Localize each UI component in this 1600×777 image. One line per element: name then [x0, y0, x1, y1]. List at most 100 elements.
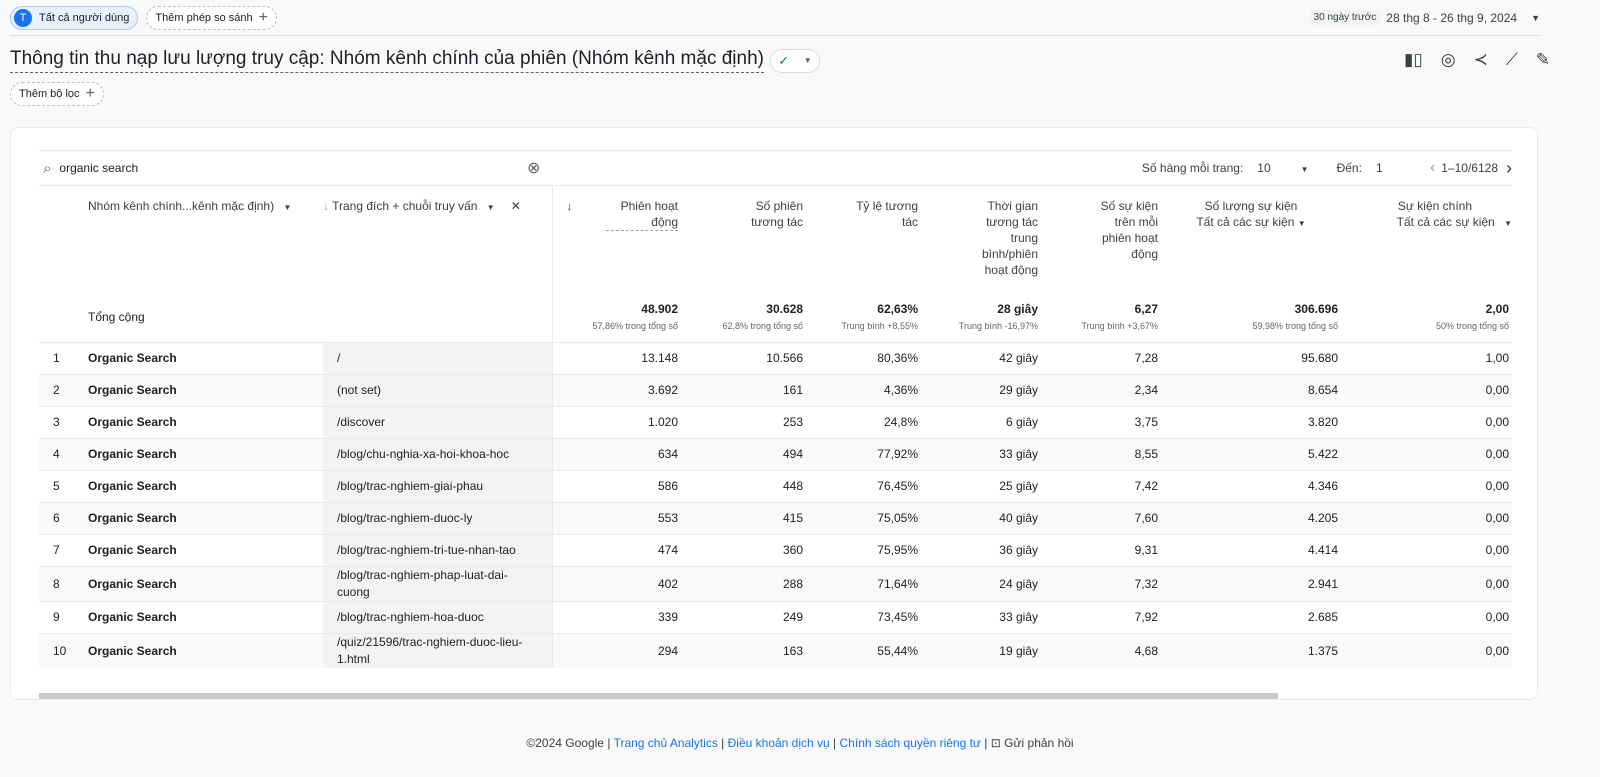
metric-header-1[interactable]: Số phiên tương tác [681, 186, 806, 296]
share-icon[interactable]: ≺ [1474, 50, 1488, 70]
terms-link[interactable]: Điều khoản dịch vụ [728, 736, 830, 750]
total-sub: Trung bình -16,97% [958, 321, 1038, 331]
metric-cell: 4.346 [1161, 469, 1341, 502]
total-cell: 48.902 57,86% trong tổng số [551, 296, 681, 342]
rows-per-page-value: 10 [1257, 161, 1271, 175]
metric-cell: 1,00 [1341, 341, 1512, 374]
metric-header-5[interactable]: Số lượng sự kiện Tất cả các sự kiện ▼ [1161, 186, 1341, 296]
search-input[interactable]: organic search [59, 161, 138, 175]
analytics-home-link[interactable]: Trang chủ Analytics [614, 736, 718, 750]
landing-page-cell: /blog/chu-nghia-xa-hoi-khoa-hoc [323, 437, 552, 470]
date-preset: 30 ngày trước [1309, 10, 1381, 25]
total-value: 30.628 [766, 302, 803, 316]
next-page-icon[interactable]: › [1506, 158, 1512, 179]
metric-header-4[interactable]: Số sự kiện trên mỗi phiên hoạt động [1041, 186, 1161, 296]
metric-cell: 402 [551, 565, 681, 601]
metric-cell: 42 giây [921, 341, 1041, 374]
top-bar: T Tất cả người dùng Thêm phép so sánh + 30… [10, 6, 1540, 36]
total-value: 306.696 [1294, 302, 1338, 316]
report-toolbar: ▮▯ ◎ ≺ ⟋ ✎ [1404, 50, 1550, 70]
event-filter-select[interactable]: Tất cả các sự kiện [1397, 215, 1495, 229]
data-table: Nhóm kênh chính...kênh mặc định) ▼ ↓ Tra… [39, 186, 1512, 668]
metric-cell: 7,60 [1041, 501, 1161, 534]
metric-cell: 288 [681, 565, 806, 601]
table-row[interactable]: 8 Organic Search/blog/trac-nghiem-phap-lu… [39, 565, 1512, 601]
row-index: 10 [39, 632, 76, 668]
table-row[interactable]: 9 Organic Search/blog/trac-nghiem-hoa-duo… [39, 600, 1512, 633]
remove-dimension-icon[interactable]: ✕ [511, 199, 521, 213]
total-value: 2,00 [1485, 302, 1509, 316]
landing-page-cell: /blog/trac-nghiem-giai-phau [323, 469, 552, 502]
dim2-header[interactable]: ↓ Trang đích + chuỗi truy vấn ▼ ✕ [323, 186, 552, 296]
dim1-header[interactable]: Nhóm kênh chính...kênh mặc định) ▼ [76, 186, 323, 296]
row-index: 9 [39, 600, 76, 633]
channel-cell: Organic Search [76, 405, 323, 438]
privacy-link[interactable]: Chính sách quyền riêng tư [840, 736, 981, 750]
metric-label: Sự kiện chính [1397, 199, 1472, 213]
goto-label: Đến: [1336, 161, 1362, 175]
clear-search-icon[interactable]: ⊗ [527, 158, 540, 178]
total-sub: Trung bình +3,67% [1081, 321, 1158, 331]
table-row[interactable]: 10 Organic Search/quiz/21596/trac-nghiem-… [39, 632, 1512, 668]
metric-cell: 76,45% [806, 469, 921, 502]
table-row[interactable]: 7 Organic Search/blog/trac-nghiem-tri-tue… [39, 533, 1512, 566]
table-row[interactable]: 6 Organic Search/blog/trac-nghiem-duoc-ly… [39, 501, 1512, 534]
goto-input[interactable]: 1 [1376, 161, 1416, 175]
metric-cell: 7,92 [1041, 600, 1161, 633]
feedback-link[interactable]: Gửi phản hồi [1004, 736, 1073, 750]
row-index: 8 [39, 565, 76, 601]
metric-cell: 1.375 [1161, 632, 1341, 668]
metric-header-2[interactable]: Tỷ lệ tương tác [806, 186, 921, 296]
landing-page-cell: /blog/trac-nghiem-tri-tue-nhan-tao [323, 533, 552, 566]
metric-label: Phiên hoạt động [606, 198, 678, 231]
row-index: 2 [39, 373, 76, 406]
date-range-picker[interactable]: 30 ngày trước 28 thg 8 - 26 thg 9, 2024 ▼ [1309, 10, 1540, 25]
event-filter-select[interactable]: Tất cả các sự kiện [1196, 215, 1294, 229]
table-row[interactable]: 1 Organic Search/13.148 10.566 80,36% 42 giâ… [39, 341, 1512, 374]
compare-columns-icon[interactable]: ▮▯ [1404, 50, 1423, 70]
table-row[interactable]: 4 Organic Search/blog/chu-nghia-xa-hoi-kh… [39, 437, 1512, 470]
sparkle-trend-icon[interactable]: ⟋ [1506, 50, 1518, 70]
metric-cell: 4.205 [1161, 501, 1341, 534]
prev-page-icon[interactable]: ‹ [1430, 159, 1435, 177]
metric-cell: 13.148 [551, 341, 681, 374]
metric-cell: 0,00 [1341, 437, 1512, 470]
insights-icon[interactable]: ◎ [1441, 50, 1456, 70]
metric-cell: 10.566 [681, 341, 806, 374]
metric-header-0[interactable]: ↓ Phiên hoạt động [551, 186, 681, 296]
metric-header-6[interactable]: Sự kiện chính Tất cả các sự kiện ▼ [1341, 186, 1512, 296]
metric-cell: 24,8% [806, 405, 921, 438]
channel-cell: Organic Search [76, 341, 323, 374]
chevron-down-icon: ▼ [283, 203, 292, 212]
horizontal-scrollbar[interactable] [39, 693, 1278, 699]
landing-page-cell: /discover [323, 405, 552, 438]
rows-per-page-select[interactable]: 10 ▼ [1257, 161, 1308, 175]
metric-header-3[interactable]: Thời gian tương tác trung bình/phiên hoạ… [921, 186, 1041, 296]
total-sub: 59,98% trong tổng số [1252, 321, 1338, 331]
add-filter-button[interactable]: Thêm bộ lọc + [10, 82, 104, 106]
segment-chip[interactable]: T Tất cả người dùng [10, 6, 139, 30]
channel-cell: Organic Search [76, 501, 323, 534]
table-search: ⌕ organic search ⊗ Số hàng mỗi trang: 10… [39, 150, 1512, 186]
metric-cell: 0,00 [1341, 565, 1512, 601]
row-index: 6 [39, 501, 76, 534]
metric-cell: 29 giây [921, 373, 1041, 406]
metric-cell: 9,31 [1041, 533, 1161, 566]
add-comparison-button[interactable]: Thêm phép so sánh + [146, 6, 277, 30]
landing-page-cell: / [323, 341, 552, 374]
metric-label: Thời gian tương tác trung bình/phiên hoạ… [981, 199, 1038, 277]
table-row[interactable]: 2 Organic Search (not set) 3.692 161 4,36% 29 … [39, 373, 1512, 406]
row-index: 1 [39, 341, 76, 374]
metric-cell: 0,00 [1341, 600, 1512, 633]
report-status-button[interactable]: ✓ ▼ [769, 48, 820, 73]
segment-label: Tất cả người dùng [39, 12, 130, 24]
edit-pencil-icon[interactable]: ✎ [1536, 50, 1550, 70]
table-row[interactable]: 5 Organic Search/blog/trac-nghiem-giai-ph… [39, 469, 1512, 502]
total-sub: 50% trong tổng số [1435, 321, 1509, 331]
table-row[interactable]: 3 Organic Search/discover 1.020 253 24,8% 6 g… [39, 405, 1512, 438]
metric-cell: 36 giây [921, 533, 1041, 566]
metric-cell: 3,75 [1041, 405, 1161, 438]
metric-cell: 3.692 [551, 373, 681, 406]
total-sub: 62,8% trong tổng số [722, 321, 803, 331]
total-cell: 30.628 62,8% trong tổng số [681, 296, 806, 342]
